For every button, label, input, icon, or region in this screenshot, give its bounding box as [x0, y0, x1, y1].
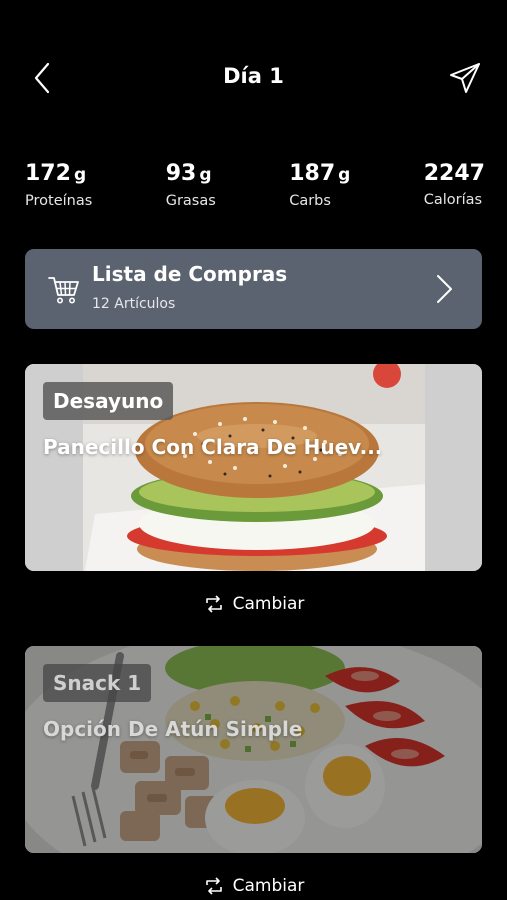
macro-label: Carbs [289, 193, 331, 209]
shopping-cart-icon [48, 277, 79, 304]
swap-arrows-icon [205, 595, 222, 613]
macro-unit: g [199, 165, 212, 185]
macro-value: 2247 [423, 161, 485, 186]
macro-label: Grasas [165, 193, 216, 209]
macro-value: 172 [25, 161, 71, 186]
macro-unit: g [338, 165, 351, 185]
shopping-list-title: Lista de Compras [92, 262, 288, 286]
macro-fat: 93 g Grasas [166, 160, 216, 209]
meal-type-badge: Desayuno [43, 382, 174, 420]
macro-unit: g [73, 165, 87, 185]
macro-calories: 2247 Calorías [424, 160, 485, 209]
top-bar: Día 1 [0, 52, 507, 102]
change-meal-button[interactable]: Cambiar [0, 871, 507, 900]
page-title: Día 1 [223, 64, 284, 88]
meal-name: Panecillo Con Clara De Huev... [43, 435, 383, 459]
macro-label: Proteínas [25, 193, 93, 209]
change-meal-button[interactable]: Cambiar [0, 589, 507, 619]
meal-card-snack[interactable]: Snack 1 Opción De Atún Simple [25, 646, 482, 853]
meal-plan-day-screen: Día 1 172 g Proteínas 93 g Grasas 187 g Ca [0, 0, 507, 900]
share-button[interactable] [445, 60, 485, 96]
meal-name: Opción De Atún Simple [43, 717, 303, 741]
macro-value: 187 [289, 161, 336, 186]
macro-summary: 172 g Proteínas 93 g Grasas 187 g Carbs 224… [25, 160, 485, 209]
macro-label: Calorías [423, 192, 483, 208]
paper-plane-icon [450, 63, 480, 93]
swap-arrows-icon [205, 877, 222, 895]
shopping-list-card[interactable]: Lista de Compras 12 Artículos [25, 249, 482, 329]
shopping-list-count: 12 Artículos [92, 296, 176, 312]
meal-type-badge: Snack 1 [43, 664, 152, 702]
change-meal-label: Cambiar [232, 594, 305, 614]
chevron-right-icon [437, 275, 452, 303]
macro-protein: 172 g Proteínas [25, 160, 92, 209]
macro-value: 93 [165, 161, 197, 186]
change-meal-label: Cambiar [232, 876, 305, 896]
meal-card-breakfast[interactable]: Desayuno Panecillo Con Clara De Huev... [25, 364, 482, 571]
macro-carbs: 187 g Carbs [289, 160, 350, 209]
